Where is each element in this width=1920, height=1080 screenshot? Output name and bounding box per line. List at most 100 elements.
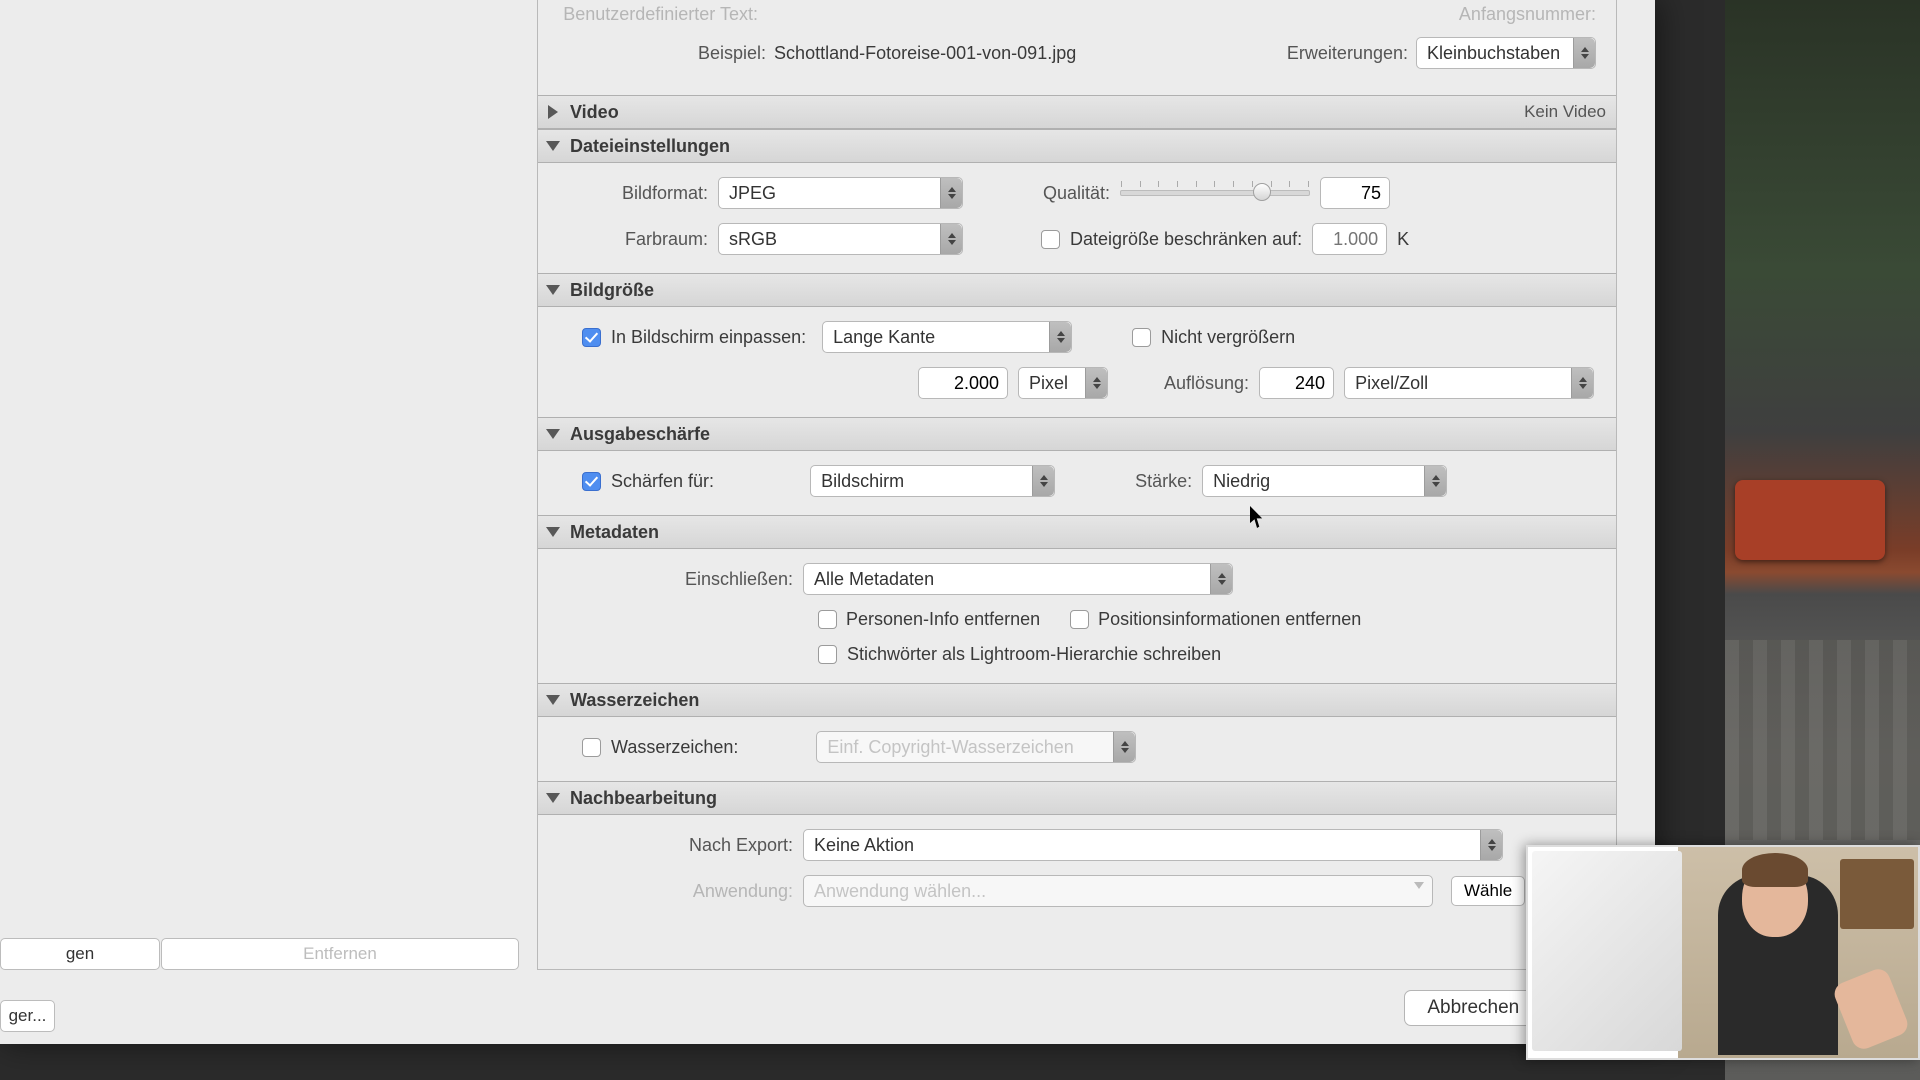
section-watermark-body: Wasserzeichen: Einf. Copyright-Wasserzei… [538,717,1616,781]
preset-remove-button[interactable]: Entfernen [161,938,519,970]
stepper-icon [1571,368,1593,398]
fit-value: Lange Kante [833,327,935,348]
section-video-header[interactable]: Video Kein Video [538,95,1616,129]
section-sharpen-body: Schärfen für: Bildschirm Stärke: Niedrig [538,451,1616,515]
no-enlarge-checkbox[interactable] [1132,328,1151,347]
dimension-unit-value: Pixel [1029,373,1068,394]
quality-slider[interactable] [1120,190,1310,196]
preset-add-button[interactable]: gen [0,938,160,970]
disclosure-triangle-icon [546,793,560,803]
section-postprocess-body: Nach Export: Keine Aktion Anwendung: Anw… [538,815,1616,925]
disclosure-triangle-icon [546,429,560,439]
sharpen-for-value: Bildschirm [821,471,904,492]
limit-size-checkbox[interactable] [1041,230,1060,249]
extensions-value: Kleinbuchstaben [1427,43,1560,64]
remove-location-checkbox[interactable] [1070,610,1089,629]
cancel-button[interactable]: Abbrechen [1404,990,1542,1026]
stepper-icon [1085,368,1107,398]
video-status: Kein Video [1524,102,1606,122]
section-metadata-title: Metadaten [570,522,659,543]
limit-size-unit: K [1397,229,1409,250]
export-dialog: gen Entfernen ger... Benutzerdefinierter… [0,0,1655,1044]
stepper-icon [1049,322,1071,352]
keywords-hierarchy-checkbox[interactable] [818,645,837,664]
choose-app-button[interactable]: Wähle [1451,876,1525,906]
fit-select[interactable]: Lange Kante [822,321,1072,353]
remove-person-checkbox[interactable] [818,610,837,629]
color-space-label: Farbraum: [558,229,708,250]
keywords-hierarchy-label: Stichwörter als Lightroom-Hierarchie sch… [847,644,1221,665]
preset-column: gen Entfernen ger... [0,0,520,1044]
stepper-icon [1480,830,1502,860]
resolution-unit-select[interactable]: Pixel/Zoll [1344,367,1594,399]
stepper-icon [1424,466,1446,496]
resolution-unit-value: Pixel/Zoll [1355,373,1428,394]
section-postprocess-title: Nachbearbeitung [570,788,717,809]
extensions-label: Erweiterungen: [1287,43,1408,64]
webcam-overlay [1526,845,1920,1060]
sharpen-amount-value: Niedrig [1213,471,1270,492]
include-select[interactable]: Alle Metadaten [803,563,1233,595]
example-filename: Schottland-Fotoreise-001-von-091.jpg [774,43,1076,64]
section-watermark-header[interactable]: Wasserzeichen [538,683,1616,717]
limit-size-input[interactable] [1312,223,1387,255]
stepper-icon [1573,38,1595,68]
chevron-down-icon [1414,882,1424,889]
stepper-icon [940,178,962,208]
color-space-value: sRGB [729,229,777,250]
limit-size-label: Dateigröße beschränken auf: [1070,229,1302,250]
image-format-select[interactable]: JPEG [718,177,963,209]
application-label: Anwendung: [558,881,793,902]
example-label: Beispiel: [698,43,766,64]
watermark-select[interactable]: Einf. Copyright-Wasserzeichen [816,731,1136,763]
fit-label: In Bildschirm einpassen: [611,327,806,348]
disclosure-triangle-icon [546,695,560,705]
file-naming-section-body: Benutzerdefinierter Text: Anfangsnummer:… [538,0,1616,95]
quality-label: Qualität: [1043,183,1110,204]
section-sharpen-header[interactable]: Ausgabeschärfe [538,417,1616,451]
dimension-input[interactable] [918,367,1008,399]
color-space-select[interactable]: sRGB [718,223,963,255]
disclosure-triangle-icon [546,285,560,295]
after-export-label: Nach Export: [558,835,793,856]
dimension-unit-select[interactable]: Pixel [1018,367,1108,399]
application-select[interactable]: Anwendung wählen... [803,875,1433,907]
stepper-icon [940,224,962,254]
custom-text-label: Benutzerdefinierter Text: [558,4,758,25]
disclosure-triangle-icon [546,527,560,537]
image-format-label: Bildformat: [558,183,708,204]
watermark-checkbox[interactable] [582,738,601,757]
settings-column: Benutzerdefinierter Text: Anfangsnummer:… [537,0,1617,970]
remove-location-label: Positionsinformationen entfernen [1098,609,1361,630]
section-watermark-title: Wasserzeichen [570,690,699,711]
plugin-manager-button[interactable]: ger... [0,1000,55,1032]
after-export-select[interactable]: Keine Aktion [803,829,1503,861]
sharpen-for-select[interactable]: Bildschirm [810,465,1055,497]
sharpen-for-label: Schärfen für: [611,471,714,492]
resolution-input[interactable] [1259,367,1334,399]
extensions-select[interactable]: Kleinbuchstaben [1416,37,1596,69]
remove-person-label: Personen-Info entfernen [846,609,1040,630]
section-size-body: In Bildschirm einpassen: Lange Kante Nic… [538,307,1616,417]
section-sharpen-title: Ausgabeschärfe [570,424,710,445]
application-placeholder: Anwendung wählen... [814,881,986,902]
stepper-icon [1113,732,1135,762]
disclosure-triangle-icon [546,141,560,151]
sharpen-amount-label: Stärke: [1135,471,1192,492]
section-file-header[interactable]: Dateieinstellungen [538,129,1616,163]
section-size-header[interactable]: Bildgröße [538,273,1616,307]
slider-thumb[interactable] [1253,183,1271,201]
quality-input[interactable] [1320,177,1390,209]
section-metadata-header[interactable]: Metadaten [538,515,1616,549]
start-number-label: Anfangsnummer: [1459,4,1596,25]
include-label: Einschließen: [558,569,793,590]
sharpen-checkbox[interactable] [582,472,601,491]
sharpen-amount-select[interactable]: Niedrig [1202,465,1447,497]
include-value: Alle Metadaten [814,569,934,590]
section-metadata-body: Einschließen: Alle Metadaten Personen-In… [538,549,1616,683]
section-postprocess-header[interactable]: Nachbearbeitung [538,781,1616,815]
after-export-value: Keine Aktion [814,835,914,856]
no-enlarge-label: Nicht vergrößern [1161,327,1295,348]
fit-checkbox[interactable] [582,328,601,347]
resolution-label: Auflösung: [1164,373,1249,394]
